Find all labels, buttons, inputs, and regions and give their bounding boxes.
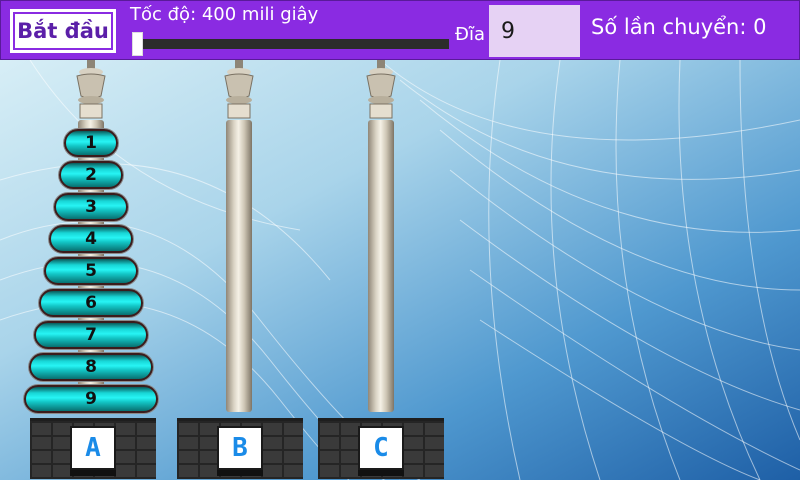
peg-a-label: A: [70, 426, 116, 470]
peg-c-finial-icon: [366, 60, 396, 119]
disk-6[interactable]: 6: [39, 289, 143, 317]
disk-4[interactable]: 4: [49, 225, 133, 253]
peg-b-rod: [226, 120, 252, 412]
peg-a-finial-icon: [76, 60, 106, 119]
peg-b-label: B: [217, 426, 263, 470]
disk-3[interactable]: 3: [54, 193, 128, 221]
peg-c-label: C: [358, 426, 404, 470]
disk-8[interactable]: 8: [29, 353, 153, 381]
speed-label: Tốc độ: 400 mili giây: [130, 4, 319, 25]
move-counter: Số lần chuyển: 0: [591, 15, 767, 39]
peg-a-base: A: [30, 418, 156, 479]
disk-9[interactable]: 9: [24, 385, 158, 413]
disk-1[interactable]: 1: [64, 129, 118, 157]
peg-c-plate-shadow: [358, 470, 404, 476]
peg-c-base: C: [318, 418, 444, 479]
peg-b-finial-icon: [224, 60, 254, 119]
disk-2[interactable]: 2: [59, 161, 123, 189]
peg-b-base: B: [177, 418, 303, 479]
peg-c-rod: [368, 120, 394, 412]
disk-5[interactable]: 5: [44, 257, 138, 285]
peg-a-plate-shadow: [70, 470, 116, 476]
disk-count-input[interactable]: [489, 5, 580, 57]
start-button[interactable]: Bắt đầu: [10, 9, 116, 53]
peg-b-plate-shadow: [217, 470, 263, 476]
speed-slider[interactable]: [132, 32, 449, 56]
disk-7[interactable]: 7: [34, 321, 148, 349]
speed-slider-thumb[interactable]: [132, 32, 143, 56]
disk-count-label: Đĩa: [455, 24, 485, 45]
toolbar: Bắt đầu Tốc độ: 400 mili giây Đĩa Số lần…: [0, 0, 800, 60]
game-board: A B C 1 2 3 4 5 6 7 8 9: [0, 60, 800, 480]
